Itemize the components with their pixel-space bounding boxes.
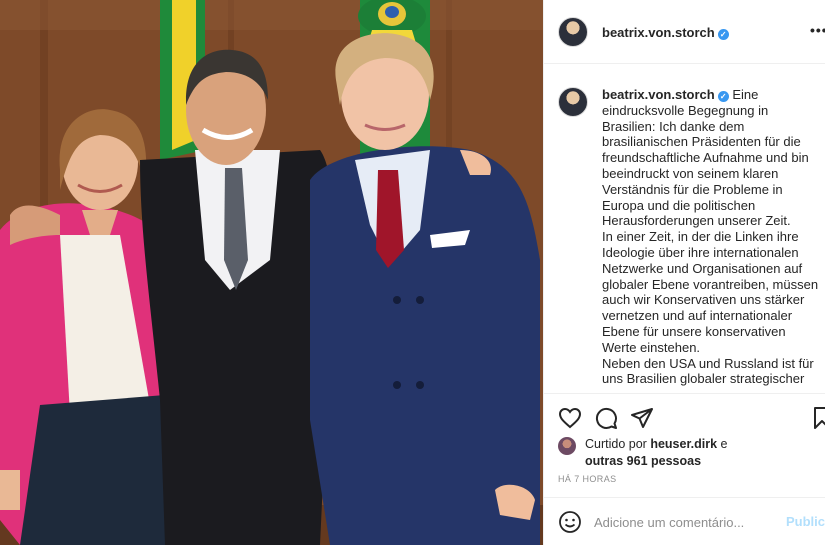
liked-by-prefix: Curtido por xyxy=(585,437,647,451)
post-photo[interactable] xyxy=(0,0,543,545)
caption-area: beatrix.von.storch ✓ Eine eindrucksvolle … xyxy=(544,65,825,391)
caption-text-1: Eine eindrucksvolle Begegnung in Brasili… xyxy=(602,87,809,229)
more-options-icon[interactable]: ••• xyxy=(810,22,825,38)
post-timestamp[interactable]: HÁ 7 HORAS xyxy=(558,474,617,484)
caption-text-2: In einer Zeit, in der die Linken ihre Id… xyxy=(602,229,819,355)
liked-by-text: Curtido por heuser.dirk e outras 961 pes… xyxy=(585,436,815,470)
heart-icon[interactable] xyxy=(558,406,582,430)
caption: beatrix.von.storch ✓ Eine eindrucksvolle … xyxy=(602,87,822,387)
bookmark-icon[interactable] xyxy=(810,406,825,430)
caption-text-3: Neben den USA und Russland ist für uns B… xyxy=(602,355,814,387)
post-side-panel: beatrix.von.storch✓ ••• beatrix.von.stor… xyxy=(543,0,825,545)
liker-avatar[interactable] xyxy=(558,437,576,455)
caption-author-avatar[interactable] xyxy=(558,87,588,117)
caption-verified-badge-icon: ✓ xyxy=(717,91,729,102)
liked-by-connector: e xyxy=(720,437,728,451)
caption-username[interactable]: beatrix.von.storch xyxy=(602,87,715,102)
publish-button[interactable]: Publicar xyxy=(786,514,825,529)
liked-by-user[interactable]: heuser.dirk xyxy=(650,437,717,451)
author-username[interactable]: beatrix.von.storch ✓ xyxy=(602,25,729,40)
post-header: beatrix.von.storch✓ ••• xyxy=(544,0,825,64)
author-avatar[interactable] xyxy=(558,17,588,47)
emoji-icon[interactable] xyxy=(558,510,582,534)
comment-icon[interactable] xyxy=(594,406,618,430)
caption-paragraph: beatrix.von.storch ✓ Eine eindrucksvolle … xyxy=(602,87,822,229)
comment-bar: Publicar xyxy=(544,497,825,545)
photo-illustration xyxy=(0,0,543,545)
post-actions: Curtido por heuser.dirk e outras 961 pes… xyxy=(544,393,825,497)
caption-paragraph: Neben den USA und Russland ist für uns B… xyxy=(602,356,822,388)
caption-paragraph: In einer Zeit, in der die Linken ihre Id… xyxy=(602,229,822,355)
verified-badge-icon: ✓ xyxy=(717,29,729,40)
share-icon[interactable] xyxy=(630,406,654,430)
author-username-text[interactable]: beatrix.von.storch xyxy=(602,25,715,40)
comment-input[interactable] xyxy=(594,511,774,533)
liked-by-others[interactable]: outras 961 pessoas xyxy=(585,454,701,468)
